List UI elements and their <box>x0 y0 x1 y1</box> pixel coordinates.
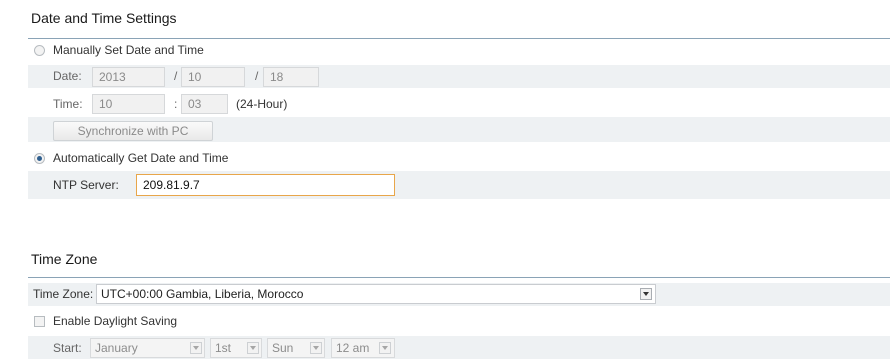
dst-start-day-value: Sun <box>272 341 294 355</box>
manual-time-label: Manually Set Date and Time <box>53 43 204 57</box>
date-year-input[interactable]: 2013 <box>92 67 165 87</box>
manual-time-radio[interactable] <box>34 45 45 56</box>
ntp-server-label: NTP Server: <box>53 178 119 192</box>
timezone-select-value: UTC+00:00 Gambia, Liberia, Morocco <box>101 287 304 301</box>
datetime-divider <box>28 38 890 39</box>
datetime-section-title: Date and Time Settings <box>31 10 177 26</box>
auto-time-label: Automatically Get Date and Time <box>53 151 229 165</box>
timezone-dropdown-arrow-icon[interactable] <box>640 288 652 300</box>
date-separator: / <box>255 69 259 83</box>
chevron-down-icon[interactable] <box>310 342 322 354</box>
dst-start-month-select[interactable]: January <box>90 338 205 358</box>
daylight-saving-checkbox[interactable] <box>34 316 45 327</box>
timezone-divider <box>28 277 890 278</box>
synchronize-with-pc-button[interactable]: Synchronize with PC <box>53 121 213 141</box>
timezone-select[interactable]: UTC+00:00 Gambia, Liberia, Morocco <box>96 284 656 304</box>
date-month-input[interactable]: 10 <box>181 67 245 87</box>
chevron-down-icon[interactable] <box>379 342 391 354</box>
chevron-down-icon[interactable] <box>190 342 202 354</box>
daylight-saving-label: Enable Daylight Saving <box>53 314 178 328</box>
dst-start-time-value: 12 am <box>336 341 370 355</box>
timezone-section-title: Time Zone <box>31 251 98 267</box>
time-label: Time: <box>53 97 83 111</box>
time-separator: : <box>174 97 178 111</box>
dst-start-month-value: January <box>95 341 138 355</box>
time-hour-input[interactable]: 10 <box>92 94 165 114</box>
time-format-hint: (24-Hour) <box>236 97 288 111</box>
date-day-input[interactable]: 18 <box>263 67 319 87</box>
timezone-label: Time Zone: <box>33 287 94 301</box>
date-label: Date: <box>53 69 82 83</box>
ntp-server-input[interactable]: 209.81.9.7 <box>136 174 395 196</box>
time-minute-input[interactable]: 03 <box>181 94 228 114</box>
dst-start-label: Start: <box>53 341 82 355</box>
chevron-down-icon[interactable] <box>247 342 259 354</box>
auto-time-radio[interactable] <box>34 153 45 164</box>
dst-start-week-value: 1st <box>215 341 232 355</box>
date-separator: / <box>174 69 178 83</box>
